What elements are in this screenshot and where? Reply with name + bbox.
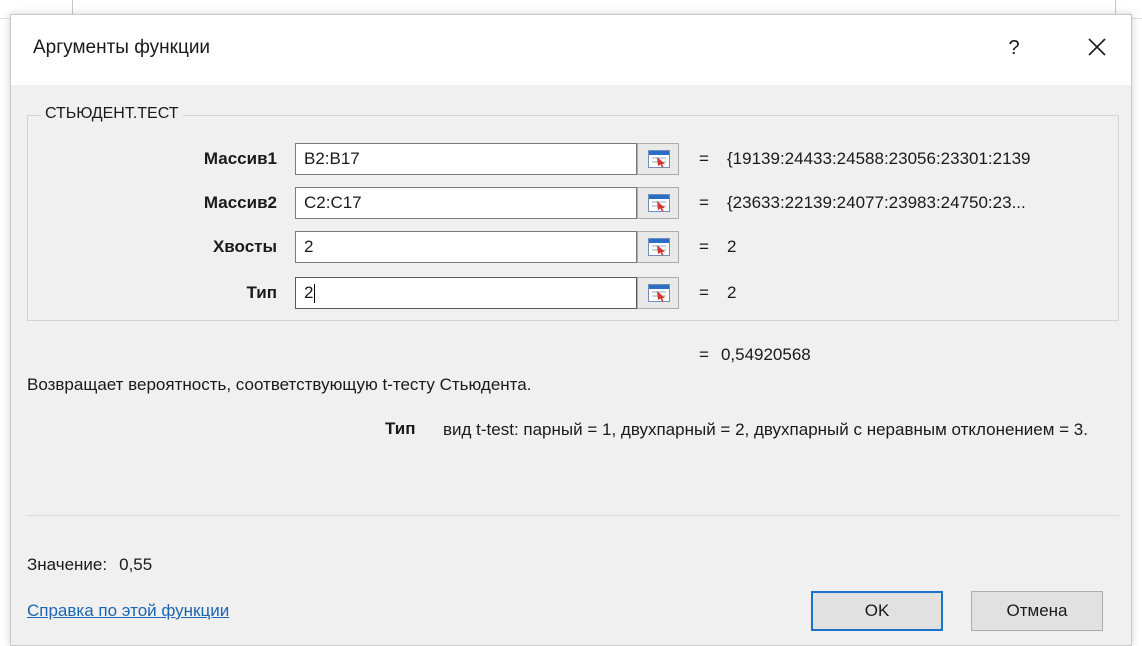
value-result: 0,55 — [119, 555, 153, 574]
formula-result: = 0,54920568 — [699, 345, 811, 365]
arg-input-array1[interactable]: B2:B17 — [295, 143, 637, 175]
formula-result-value: 0,54920568 — [720, 345, 811, 364]
collapse-dialog-icon — [648, 194, 670, 212]
divider — [27, 515, 1119, 516]
equals-sign: = — [699, 149, 709, 168]
ref-button-array1[interactable] — [637, 143, 679, 175]
arg-label-array2: Массив2 — [203, 193, 277, 212]
collapse-dialog-icon — [648, 238, 670, 256]
cancel-button[interactable]: Отмена — [971, 591, 1103, 631]
dialog-titlebar: Аргументы функции ? — [11, 15, 1131, 85]
ref-button-array2[interactable] — [637, 187, 679, 219]
arg-input-type-text: 2 — [304, 283, 314, 302]
arg-label-tails: Хвосты — [212, 237, 277, 256]
arg-input-tails[interactable]: 2 — [295, 231, 637, 263]
text-caret — [314, 284, 316, 304]
ref-button-tails[interactable] — [637, 231, 679, 263]
arg-result-array2: {23633:22139:24077:23983:24750:23... — [727, 193, 1026, 212]
collapse-dialog-icon — [648, 150, 670, 168]
function-arguments-dialog: Аргументы функции ? СТЬЮДЕНТ.ТЕСТ Массив… — [10, 14, 1132, 646]
arg-result-array1: {19139:24433:24588:23056:23301:2139 — [727, 149, 1031, 168]
arg-label-array1: Массив1 — [203, 149, 277, 168]
dialog-title: Аргументы функции — [33, 37, 211, 58]
function-name: СТЬЮДЕНТ.ТЕСТ — [41, 105, 183, 123]
equals-sign: = — [699, 237, 709, 256]
value-label: Значение: — [27, 555, 108, 574]
arg-input-type[interactable]: 2 — [295, 277, 637, 309]
close-button[interactable] — [1079, 29, 1115, 65]
help-button[interactable]: ? — [999, 33, 1029, 63]
equals-sign: = — [699, 345, 709, 364]
arg-result-type: 2 — [727, 283, 737, 302]
close-icon — [1088, 38, 1106, 56]
equals-sign: = — [699, 193, 709, 212]
param-help-text: вид t-test: парный = 1, двухпарный = 2, … — [443, 420, 1088, 439]
value-row: Значение: 0,55 — [27, 555, 152, 575]
ok-button[interactable]: OK — [811, 591, 943, 631]
function-help-link[interactable]: Справка по этой функции — [27, 601, 229, 621]
ref-button-type[interactable] — [637, 277, 679, 309]
arg-result-tails: 2 — [727, 237, 737, 256]
arg-label-type: Тип — [246, 283, 277, 302]
collapse-dialog-icon — [648, 284, 670, 302]
function-description: Возвращает вероятность, соответствующую … — [27, 375, 532, 394]
equals-sign: = — [699, 283, 709, 302]
param-help-name: Тип — [385, 419, 416, 438]
arg-input-array2[interactable]: C2:C17 — [295, 187, 637, 219]
